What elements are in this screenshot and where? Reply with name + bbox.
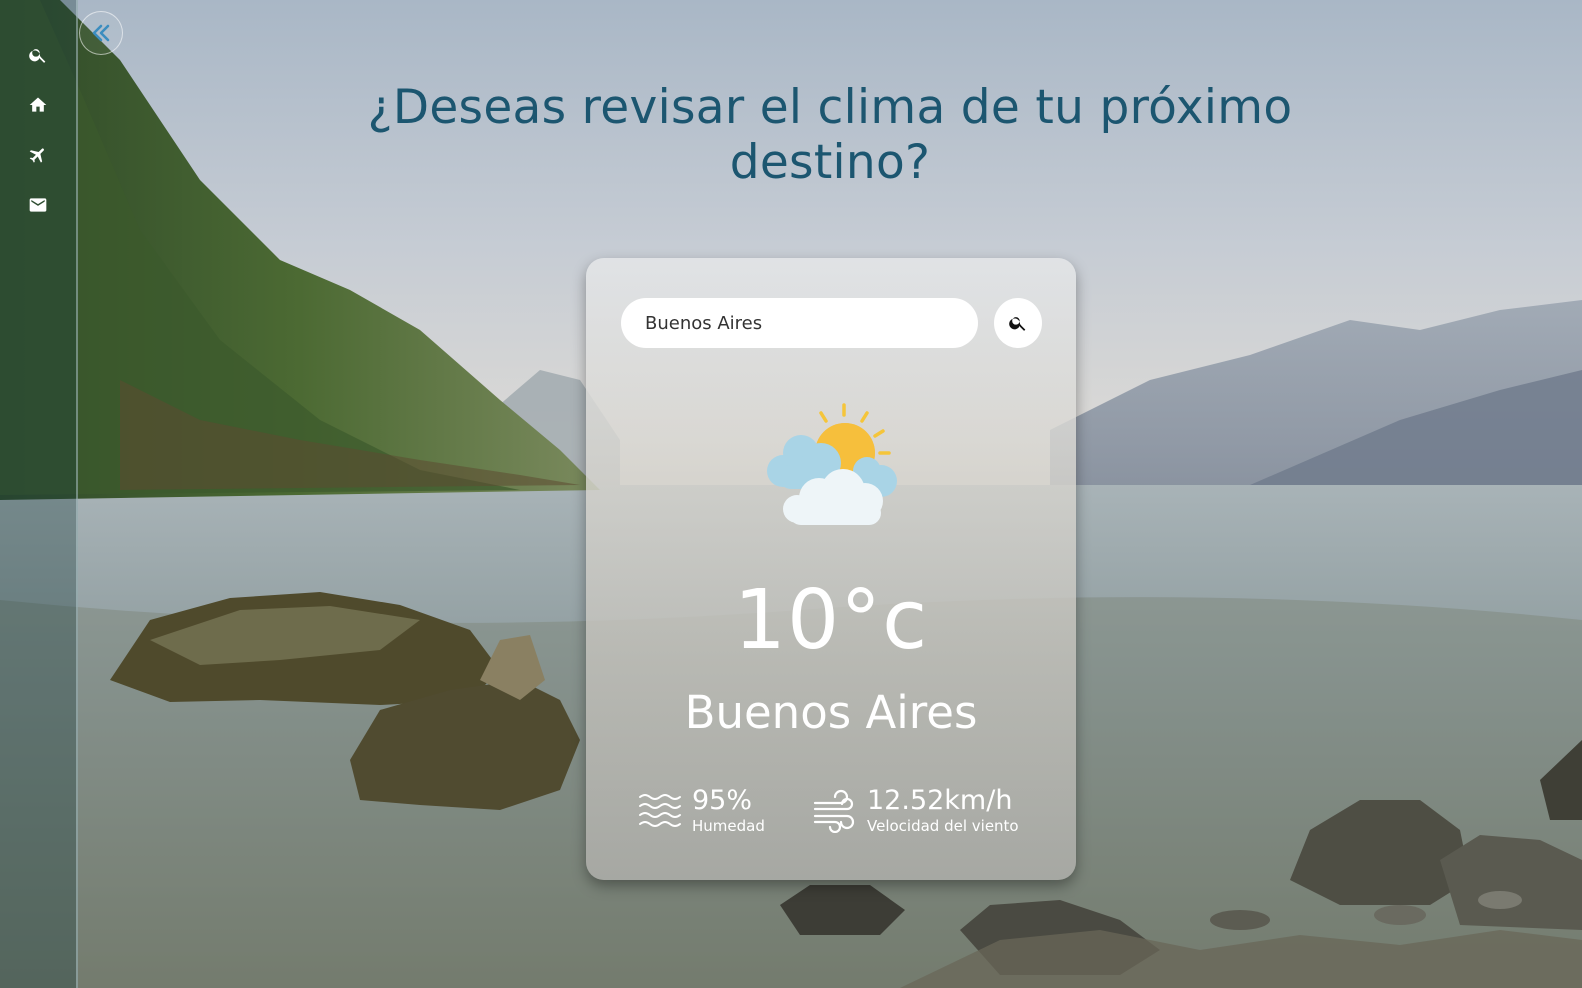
sidebar bbox=[0, 0, 78, 988]
wind-speed-label: Velocidad del viento bbox=[867, 817, 1019, 835]
page-title: ¿Deseas revisar el clima de tu próximo d… bbox=[367, 80, 1293, 190]
city-search-input[interactable] bbox=[621, 298, 978, 348]
double-chevron-left-icon bbox=[92, 24, 110, 42]
city-name: Buenos Aires bbox=[684, 686, 978, 739]
search-icon bbox=[1009, 317, 1026, 331]
wind-icon bbox=[813, 789, 855, 833]
wind-detail: 12.52km/h Velocidad del viento bbox=[813, 786, 1019, 836]
mail-icon[interactable] bbox=[26, 193, 50, 217]
search-icon[interactable] bbox=[26, 43, 50, 67]
temperature-value: 10°c bbox=[733, 573, 929, 668]
weather-card: 10°c Buenos Aires 95% Humedad 12.5 bbox=[586, 258, 1076, 880]
airplane-icon[interactable] bbox=[26, 143, 50, 167]
collapse-sidebar-button[interactable] bbox=[79, 11, 123, 55]
partly-cloudy-icon bbox=[767, 403, 897, 525]
wind-speed-value: 12.52km/h bbox=[867, 785, 1013, 816]
home-icon[interactable] bbox=[26, 93, 50, 117]
humidity-label: Humedad bbox=[692, 817, 765, 835]
humidity-waves-icon bbox=[639, 794, 681, 827]
humidity-value: 95% bbox=[692, 785, 753, 816]
humidity-detail: 95% Humedad bbox=[638, 786, 765, 836]
search-button[interactable] bbox=[994, 298, 1042, 348]
